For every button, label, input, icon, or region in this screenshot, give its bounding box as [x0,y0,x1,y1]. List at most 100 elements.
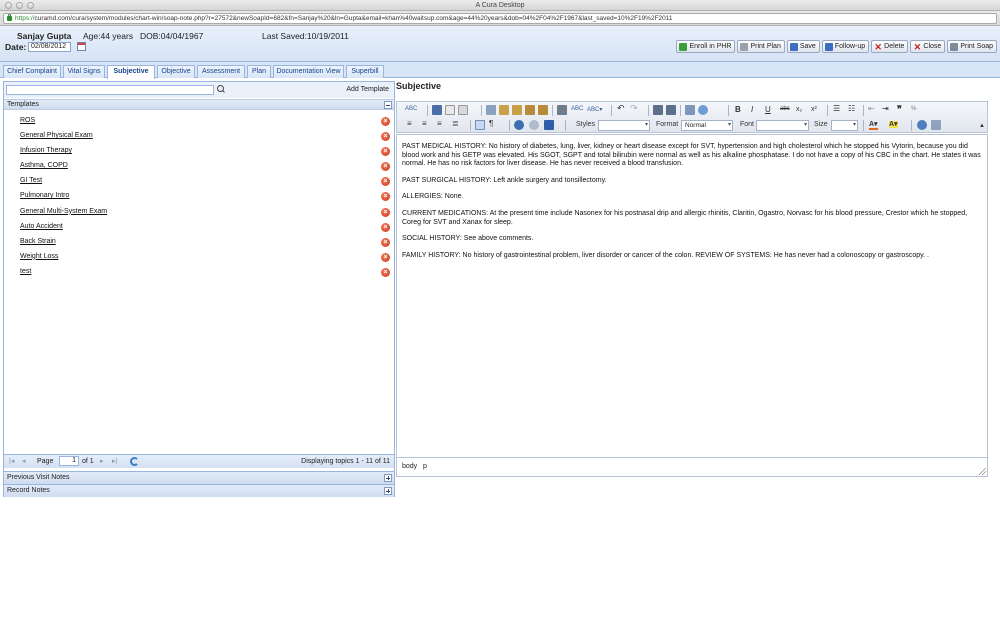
template-link[interactable]: Asthma, COPD [20,162,68,169]
cut-icon[interactable] [486,105,496,115]
tab-superbill[interactable]: Superbill [346,65,384,78]
print-icon[interactable] [557,105,567,115]
template-link[interactable]: Weight Loss [20,253,58,260]
previous-visit-notes-header[interactable]: Previous Visit Notes [4,471,394,484]
bold-icon[interactable]: B [735,105,741,114]
tab-chief-complaint[interactable]: Chief Complaint [3,65,61,78]
template-link[interactable]: General Physical Exam [20,132,93,139]
unlink-icon[interactable] [529,120,539,130]
delete-icon[interactable]: × [381,252,390,262]
select-all-icon[interactable] [685,105,695,115]
minimize-window-button[interactable] [16,2,23,9]
maximize-icon[interactable] [917,120,927,130]
delete-icon[interactable]: × [381,237,390,247]
delete-icon[interactable]: × [381,162,390,172]
strikethrough-icon[interactable]: abc [780,106,790,112]
undo-icon[interactable]: ↶ [617,103,625,114]
element-path[interactable]: body p [402,463,427,470]
record-notes-header[interactable]: Record Notes [4,484,394,497]
save-button[interactable]: Save [786,40,820,53]
ltr-icon[interactable] [475,120,485,130]
delete-icon[interactable]: × [381,222,390,232]
delete-icon[interactable]: × [381,132,390,142]
tab-assessment[interactable]: Assessment [197,65,245,78]
link-icon[interactable] [514,120,524,130]
tab-subjective[interactable]: Subjective [107,65,155,79]
template-link[interactable]: General Multi-System Exam [20,208,107,215]
outdent-icon[interactable]: ⇤ [868,104,875,113]
text-color-icon[interactable]: A▾ [869,121,878,130]
styles-dropdown[interactable] [598,120,650,131]
search-icon[interactable] [216,85,225,94]
paste-word-icon[interactable] [538,105,548,115]
expand-icon[interactable] [384,474,392,482]
anchor-flag-icon[interactable] [544,120,554,130]
paste-icon[interactable] [512,105,522,115]
prev-page-icon[interactable]: ◂ [22,458,29,465]
zoom-window-button[interactable] [27,2,34,9]
delete-icon[interactable]: × [381,267,390,277]
tab-documentation-view[interactable]: Documentation View [273,65,344,78]
indent-icon[interactable]: ⇥ [882,104,889,113]
template-link[interactable]: Infusion Therapy [20,147,72,154]
spellcheck-icon[interactable]: ABC [571,106,583,112]
next-page-icon[interactable]: ▸ [100,458,107,465]
numbered-list-icon[interactable]: ☰ [833,104,840,113]
spellcheck-icon[interactable]: ABC [405,106,417,112]
preview-icon[interactable] [458,105,468,115]
template-link[interactable]: Pulmonary Intro [20,192,69,199]
collapse-toolbar-icon[interactable]: ▲ [979,123,985,129]
paste-text-icon[interactable] [525,105,535,115]
close-window-button[interactable] [5,2,12,9]
enroll-in-phr-button[interactable]: Enroll in PHR [676,40,736,53]
template-link[interactable]: Back Strain [20,238,56,245]
superscript-icon[interactable]: x² [811,106,817,113]
blockquote-icon[interactable]: ❞ [897,104,902,115]
print-soap-button[interactable]: Print Soap [947,40,997,53]
div-container-icon[interactable]: % [911,106,916,112]
delete-icon[interactable]: × [381,147,390,157]
template-link[interactable]: ROS [20,117,35,124]
size-dropdown[interactable] [831,120,858,131]
save-doc-icon[interactable] [432,105,442,115]
rtl-icon[interactable]: ¶ [489,119,493,128]
template-link[interactable]: Auto Accident [20,223,63,230]
subscript-icon[interactable]: x₂ [796,106,802,113]
follow-up-button[interactable]: Follow-up [821,40,870,53]
show-blocks-icon[interactable] [931,120,941,130]
delete-button[interactable]: ✕ Delete [871,40,909,53]
close-button[interactable]: ✕ Close [910,40,946,53]
template-link[interactable]: GI Test [20,177,42,184]
collapse-icon[interactable] [384,101,392,109]
date-input[interactable]: 02/08/2012 [28,42,71,52]
copy-icon[interactable] [499,105,509,115]
redo-icon[interactable]: ↷ [630,103,638,114]
italic-icon[interactable]: I [751,105,753,114]
background-color-icon[interactable]: A▾ [889,121,898,128]
font-dropdown[interactable] [756,120,809,131]
add-template-button[interactable]: Add Template [346,86,389,93]
delete-icon[interactable]: × [381,207,390,217]
bulleted-list-icon[interactable]: ☷ [848,104,855,113]
editor-content-area[interactable]: PAST MEDICAL HISTORY: No history of diab… [396,134,988,458]
scayt-icon[interactable]: ABC▾ [587,106,602,113]
tab-plan[interactable]: Plan [247,65,271,78]
page-input[interactable]: 1 [59,456,79,466]
template-link[interactable]: test [20,268,31,275]
remove-format-icon[interactable] [698,105,708,115]
underline-icon[interactable]: U [765,105,771,114]
replace-icon[interactable] [666,105,676,115]
template-search-input[interactable] [6,85,214,95]
delete-icon[interactable]: × [381,177,390,187]
tab-vital-signs[interactable]: Vital Signs [63,65,105,78]
align-justify-icon[interactable]: ≣ [452,119,459,128]
expand-icon[interactable] [384,487,392,495]
align-left-icon[interactable]: ≡ [407,119,412,128]
find-icon[interactable] [653,105,663,115]
print-plan-button[interactable]: Print Plan [737,40,785,53]
new-page-icon[interactable] [445,105,455,115]
tab-objective[interactable]: Objective [157,65,195,78]
last-page-icon[interactable]: ▸| [112,458,119,465]
align-right-icon[interactable]: ≡ [437,119,442,128]
delete-icon[interactable]: × [381,117,390,126]
